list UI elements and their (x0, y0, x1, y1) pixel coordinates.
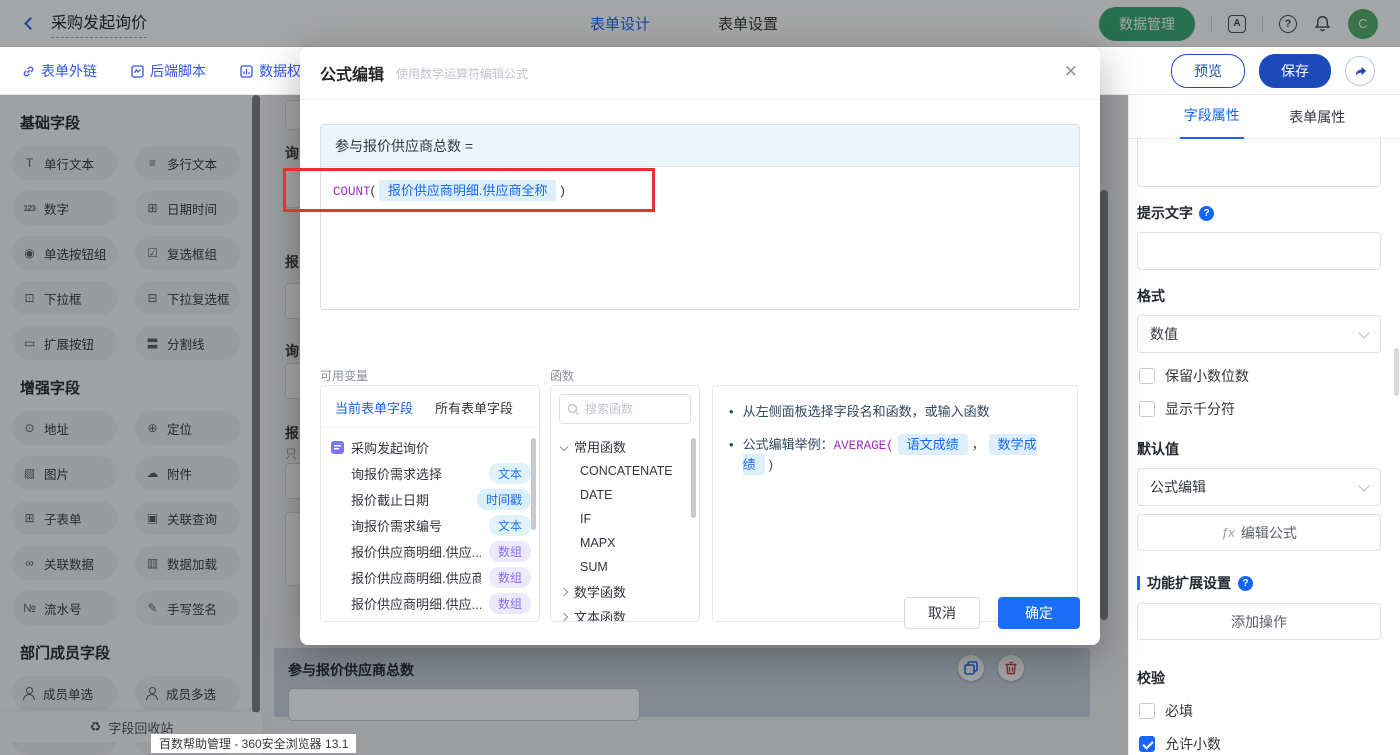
variables-label: 可用变量 (320, 367, 368, 384)
chevron-down-icon (1358, 327, 1369, 338)
help-line-1: 从左侧面板选择字段名和函数，或输入函数 (743, 402, 990, 422)
type-badge: 时间戳 (477, 489, 531, 510)
cancel-button[interactable]: 取消 (904, 597, 980, 629)
save-button[interactable]: 保存 (1259, 54, 1331, 88)
format-value: 数值 (1150, 324, 1178, 344)
backend-script-label: 后端脚本 (150, 61, 206, 81)
function-group-common[interactable]: 常用函数 (561, 434, 689, 459)
default-value-label: 默认值 (1137, 439, 1179, 459)
extension-settings-label: 功能扩展设置 (1147, 573, 1231, 593)
browser-status-tooltip: 百数帮助管理 - 360安全浏览器 13.1 (150, 733, 357, 754)
function-search-input[interactable] (585, 402, 680, 416)
tab-form-properties[interactable]: 表单属性 (1285, 95, 1349, 139)
script-icon (131, 65, 144, 78)
property-panel: 字段属性 表单属性 提示文字? 格式 数值 保留小数位数 显示千分符 默认值 公… (1128, 95, 1400, 755)
allow-decimal-checkbox[interactable] (1139, 736, 1155, 752)
formula-target: 参与报价供应商总数 = (321, 125, 1079, 167)
form-external-link[interactable]: 表单外链 (22, 61, 97, 81)
function-item[interactable]: CONCATENATE (561, 459, 689, 483)
example-function: AVERAGE( (834, 439, 894, 453)
variables-root-node[interactable]: 采购发起询价 (331, 434, 531, 460)
modal-subtitle: 使用数学运算符编辑公式 (396, 65, 528, 82)
edit-formula-button[interactable]: ƒx编辑公式 (1137, 514, 1381, 551)
link-icon (22, 65, 35, 78)
annotation-red-box (283, 168, 655, 212)
modal-dim-overlay (0, 0, 1400, 47)
function-item[interactable]: SUM (561, 555, 689, 579)
search-icon (567, 403, 580, 416)
variable-item[interactable]: 询报价需求编号文本 (331, 512, 531, 538)
close-icon[interactable]: ✕ (1064, 62, 1078, 82)
variable-item[interactable]: 报价截止日期时间戳 (331, 486, 531, 512)
allow-decimal-option[interactable]: 允许小数 (1139, 734, 1383, 754)
preview-button[interactable]: 预览 (1171, 54, 1245, 88)
modal-title: 公式编辑 (320, 61, 384, 85)
extension-help-icon[interactable]: ? (1238, 576, 1253, 591)
function-item[interactable]: IF (561, 507, 689, 531)
backend-script-link[interactable]: 后端脚本 (131, 61, 206, 81)
hint-help-icon[interactable]: ? (1199, 206, 1214, 221)
keep-decimal-checkbox[interactable] (1139, 368, 1155, 384)
variable-item[interactable]: 询报价需求选择文本 (331, 460, 531, 486)
hint-label: 提示文字 (1137, 203, 1193, 223)
variables-scrollbar[interactable] (531, 438, 536, 530)
help-line-2: 公式编辑举例：AVERAGE(语文成绩，数学成绩) (743, 435, 1061, 475)
function-search[interactable] (559, 394, 691, 424)
share-button[interactable] (1345, 56, 1375, 86)
field-title-input[interactable] (1137, 139, 1381, 187)
required-checkbox[interactable] (1139, 703, 1155, 719)
type-badge: 数组 (489, 541, 531, 562)
form-external-label: 表单外链 (41, 61, 97, 81)
thousand-separator-option[interactable]: 显示千分符 (1139, 399, 1383, 419)
chevron-down-icon (560, 442, 568, 450)
formula-editor-modal: 公式编辑 使用数学运算符编辑公式 ✕ 参与报价供应商总数 = COUNT(报价供… (300, 47, 1100, 645)
thousand-separator-checkbox[interactable] (1139, 401, 1155, 417)
format-select[interactable]: 数值 (1137, 315, 1381, 353)
formula-editor-box[interactable]: 参与报价供应商总数 = COUNT(报价供应商明细.供应商全称) (320, 124, 1080, 310)
format-label: 格式 (1137, 286, 1165, 306)
form-doc-icon (331, 441, 344, 454)
chevron-down-icon (1358, 480, 1369, 491)
tab-all-form-fields[interactable]: 所有表单字段 (435, 398, 513, 417)
add-action-button[interactable]: 添加操作 (1137, 603, 1381, 640)
hint-text-input[interactable] (1137, 232, 1381, 270)
type-badge: 文本 (489, 515, 531, 536)
function-item[interactable]: DATE (561, 483, 689, 507)
functions-label: 函数 (550, 367, 574, 384)
share-arrow-icon (1353, 64, 1368, 79)
required-option[interactable]: 必填 (1139, 701, 1383, 721)
keep-decimal-option[interactable]: 保留小数位数 (1139, 366, 1383, 386)
variable-item[interactable]: 报价供应商明细.供应...数组 (331, 538, 531, 564)
default-value: 公式编辑 (1150, 477, 1206, 497)
functions-scrollbar[interactable] (691, 438, 696, 518)
property-panel-scrollbar[interactable] (1394, 348, 1399, 396)
validate-label: 校验 (1137, 668, 1165, 688)
function-item[interactable]: MAPX (561, 531, 689, 555)
default-value-select[interactable]: 公式编辑 (1137, 468, 1381, 506)
fx-icon: ƒx (1221, 525, 1235, 540)
example-chip-1: 语文成绩 (898, 434, 968, 455)
type-badge: 文本 (489, 463, 531, 484)
tab-current-form-fields[interactable]: 当前表单字段 (335, 398, 413, 417)
tab-field-properties[interactable]: 字段属性 (1180, 93, 1244, 140)
confirm-button[interactable]: 确定 (998, 597, 1080, 629)
app-root: 采购发起询价 表单设计 表单设置 数据管理 A ? C 表单外链 (0, 0, 1400, 755)
data-permission-icon (240, 65, 253, 78)
